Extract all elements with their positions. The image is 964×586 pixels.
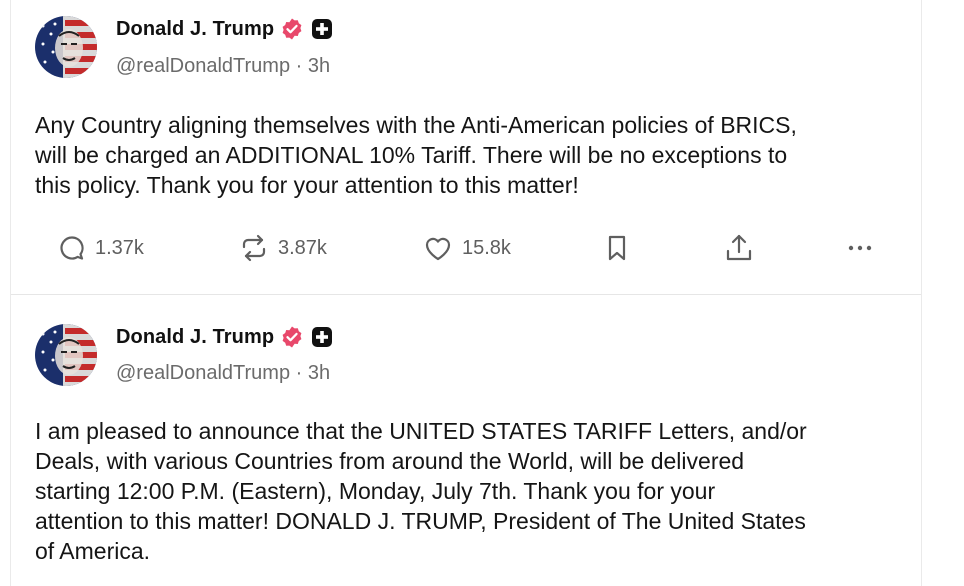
post-timestamp[interactable]: · 3h xyxy=(296,362,330,384)
feed: Donald J. Trump @realDonaldTrump · 3h An… xyxy=(0,0,964,586)
reply-icon xyxy=(60,236,84,260)
heart-icon xyxy=(425,237,451,261)
post-actions: 1.37k 3.87k 15.8k xyxy=(11,228,921,268)
reply-button[interactable]: 1.37k xyxy=(57,228,144,268)
avatar[interactable] xyxy=(35,16,97,78)
avatar-image xyxy=(35,324,97,386)
verified-badge-icon xyxy=(280,17,304,41)
post[interactable]: Donald J. Trump @realDonaldTrump · 3h An… xyxy=(11,0,921,295)
bookmark-button[interactable] xyxy=(603,228,631,268)
bookmark-icon xyxy=(608,235,626,261)
restate-count: 3.87k xyxy=(278,236,327,259)
author-handle[interactable]: @realDonaldTrump xyxy=(116,55,290,77)
handle-row: @realDonaldTrump · 3h xyxy=(116,362,330,385)
author-row: Donald J. Trump xyxy=(116,17,334,41)
post-text: I am pleased to announce that the UNITED… xyxy=(35,418,807,564)
handle-row: @realDonaldTrump · 3h xyxy=(116,55,330,78)
plus-badge-icon xyxy=(310,17,334,41)
author-name[interactable]: Donald J. Trump xyxy=(116,326,274,349)
like-count: 15.8k xyxy=(462,236,511,259)
restate-icon xyxy=(242,234,266,262)
avatar-image xyxy=(35,16,97,78)
more-options-button[interactable] xyxy=(845,228,875,268)
more-icon xyxy=(848,245,872,251)
reply-count: 1.37k xyxy=(95,236,144,259)
post[interactable]: Donald J. Trump @realDonaldTrump · 3h I … xyxy=(11,295,921,586)
share-icon xyxy=(726,234,752,261)
share-button[interactable] xyxy=(724,228,754,268)
post-timestamp[interactable]: · 3h xyxy=(296,55,330,77)
author-row: Donald J. Trump xyxy=(116,325,334,349)
feed-right-border xyxy=(921,0,922,586)
avatar[interactable] xyxy=(35,324,97,386)
author-handle[interactable]: @realDonaldTrump xyxy=(116,362,290,384)
restate-button[interactable]: 3.87k xyxy=(238,228,327,268)
verified-badge-icon xyxy=(280,325,304,349)
author-name[interactable]: Donald J. Trump xyxy=(116,18,274,41)
like-button[interactable]: 15.8k xyxy=(422,228,511,268)
post-text: Any Country aligning themselves with the… xyxy=(35,112,797,198)
plus-badge-icon xyxy=(310,325,334,349)
